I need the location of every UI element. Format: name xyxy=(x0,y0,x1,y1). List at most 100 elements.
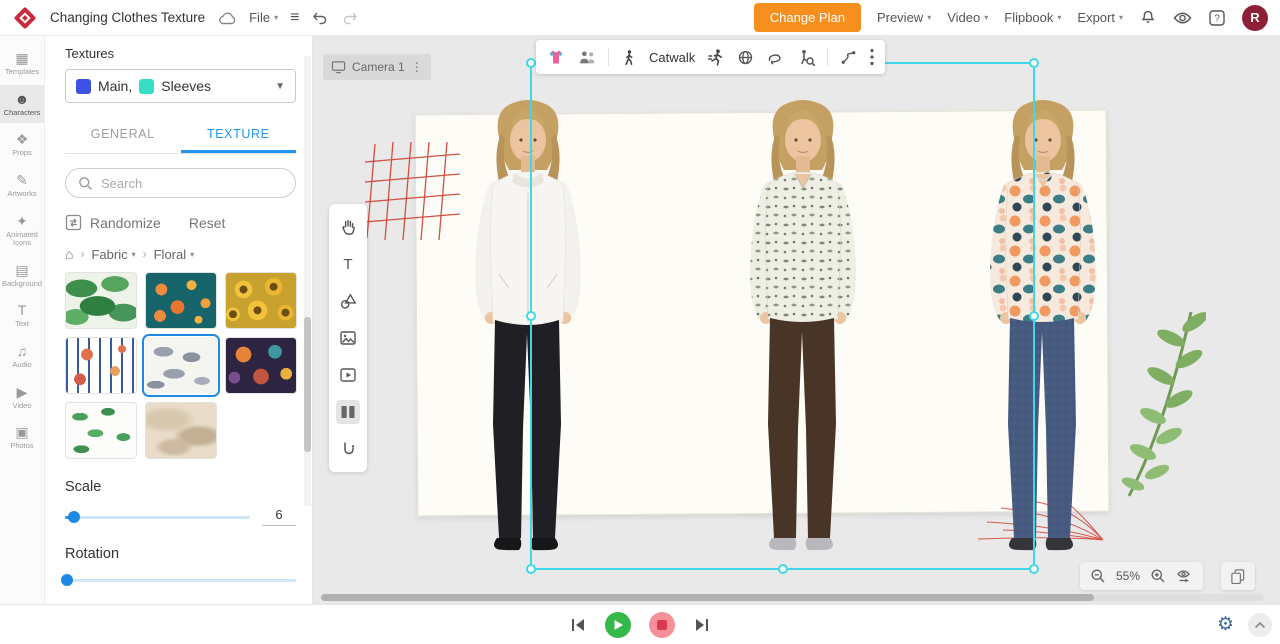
camera-chip[interactable]: Camera 1 ⋮ xyxy=(323,54,431,80)
randomize-button[interactable]: Randomize xyxy=(90,215,161,231)
rotate-globe-icon[interactable] xyxy=(736,48,755,67)
skip-to-end-icon[interactable] xyxy=(693,617,711,633)
camera-label: Camera 1 xyxy=(352,60,405,74)
animated-icons-icon: ✦ xyxy=(1,213,43,229)
project-title[interactable]: Changing Clothes Texture xyxy=(50,10,205,25)
route-icon[interactable] xyxy=(839,48,858,67)
visibility-settings-icon[interactable] xyxy=(1176,568,1193,584)
rotation-label: Rotation xyxy=(65,546,296,562)
sidebar-item-characters[interactable]: ☻Characters xyxy=(0,85,44,124)
collapse-chevron-icon[interactable] xyxy=(1248,613,1272,637)
menu-icon[interactable]: ≡ xyxy=(290,9,299,27)
rotation-slider[interactable] xyxy=(65,574,296,586)
reset-button[interactable]: Reset xyxy=(189,215,226,231)
texture-gray-leaves[interactable] xyxy=(145,337,217,394)
zoom-level[interactable]: 55% xyxy=(1116,569,1140,583)
more-options-icon[interactable]: ⋮ xyxy=(411,60,423,74)
breadcrumb-fabric[interactable]: Fabric▾ xyxy=(91,247,135,262)
skip-to-start-icon[interactable] xyxy=(569,617,587,633)
sidebar-item-props[interactable]: ❖Props xyxy=(0,125,44,164)
app-logo[interactable] xyxy=(12,5,38,31)
walk-icon[interactable] xyxy=(620,48,638,67)
rotation-slider-thumb[interactable] xyxy=(61,574,73,586)
texture-monstera-leaves[interactable] xyxy=(65,272,137,329)
sidebar-item-audio[interactable]: ♫Audio xyxy=(0,337,44,376)
notifications-bell-icon[interactable] xyxy=(1139,9,1157,27)
selection-handle[interactable] xyxy=(1029,564,1039,574)
pan-tool-icon[interactable] xyxy=(336,214,361,239)
texture-bold-flowers[interactable] xyxy=(225,337,297,394)
character-1[interactable] xyxy=(433,94,623,574)
chevron-down-icon: ▾ xyxy=(984,13,988,22)
selection-handle[interactable] xyxy=(526,564,536,574)
image-tool-icon[interactable] xyxy=(336,326,360,350)
texture-marble[interactable] xyxy=(145,402,217,459)
panel-scrollbar[interactable] xyxy=(304,56,311,506)
avatar[interactable]: R xyxy=(1242,5,1268,31)
scale-slider[interactable] xyxy=(65,511,250,523)
shapes-tool-icon[interactable] xyxy=(336,289,361,313)
character-3[interactable] xyxy=(948,94,1138,574)
texture-striped-floral[interactable] xyxy=(65,337,137,394)
outfit-icon[interactable] xyxy=(546,47,566,67)
texture-grid xyxy=(65,272,296,459)
tab-general[interactable]: GENERAL xyxy=(65,117,181,153)
character-2[interactable] xyxy=(708,94,898,574)
selection-handle[interactable] xyxy=(526,58,536,68)
selection-handle[interactable] xyxy=(778,564,788,574)
home-icon[interactable]: ⌂ xyxy=(65,246,73,262)
sidebar-item-photos[interactable]: ▣Photos xyxy=(0,418,44,457)
file-menu[interactable]: File▾ xyxy=(249,10,278,25)
scrollbar-thumb[interactable] xyxy=(304,317,311,452)
undo-icon[interactable] xyxy=(311,9,329,27)
redo-icon[interactable] xyxy=(341,9,359,27)
selection-handle[interactable] xyxy=(1029,311,1039,321)
sidebar-item-background[interactable]: ▤Background xyxy=(0,256,44,295)
video-tool-icon[interactable] xyxy=(336,363,360,387)
zoom-out-icon[interactable] xyxy=(1090,568,1106,584)
chevron-down-icon: ▾ xyxy=(1119,13,1123,22)
sidebar-item-templates[interactable]: ▦Templates xyxy=(0,44,44,83)
preview-menu[interactable]: Preview▾ xyxy=(877,10,931,25)
swap-character-icon[interactable] xyxy=(577,48,597,66)
search-input[interactable] xyxy=(101,176,283,191)
stop-button[interactable] xyxy=(649,612,675,638)
camera-monitor-icon xyxy=(331,60,346,74)
change-plan-button[interactable]: Change Plan xyxy=(754,3,861,32)
run-icon[interactable] xyxy=(706,48,725,67)
split-view-icon[interactable] xyxy=(336,400,360,424)
sidebar-item-artworks[interactable]: ✎Artworks xyxy=(0,166,44,205)
selection-handle[interactable] xyxy=(526,311,536,321)
text-tool-icon[interactable]: T xyxy=(336,252,360,276)
canvas-area[interactable]: Camera 1 ⋮ Catwalk xyxy=(313,36,1280,604)
hook-tool-icon[interactable] xyxy=(336,437,360,462)
sidebar-item-animated-icons[interactable]: ✦Animated Icons xyxy=(0,207,44,254)
catwalk-action[interactable]: Catwalk xyxy=(649,50,695,65)
texture-sunflowers[interactable] xyxy=(225,272,297,329)
sidebar-item-video[interactable]: ▶Video xyxy=(0,378,44,417)
video-menu[interactable]: Video▾ xyxy=(947,10,988,25)
selection-handle[interactable] xyxy=(1029,58,1039,68)
settings-gear-icon[interactable]: ⚙ xyxy=(1217,613,1234,636)
flipbook-menu[interactable]: Flipbook▾ xyxy=(1004,10,1061,25)
texture-scattered-leaves[interactable] xyxy=(65,402,137,459)
more-options-icon[interactable] xyxy=(869,48,875,66)
lasso-icon[interactable] xyxy=(766,48,785,67)
canvas-tools: T xyxy=(329,204,367,472)
breadcrumb-floral[interactable]: Floral▾ xyxy=(154,247,195,262)
texture-orange-floral[interactable] xyxy=(145,272,217,329)
duplicate-canvas-button[interactable] xyxy=(1221,562,1255,590)
tab-texture[interactable]: TEXTURE xyxy=(181,117,297,153)
export-menu[interactable]: Export▾ xyxy=(1077,10,1123,25)
preview-eye-icon[interactable] xyxy=(1173,11,1192,25)
scale-value[interactable]: 6 xyxy=(262,507,296,526)
scrollbar-thumb[interactable] xyxy=(321,594,1094,601)
play-button[interactable] xyxy=(605,612,631,638)
zoom-in-icon[interactable] xyxy=(1150,568,1166,584)
help-icon[interactable]: ? xyxy=(1208,9,1226,27)
sidebar-item-text[interactable]: TText xyxy=(0,296,44,335)
pose-search-icon[interactable] xyxy=(796,48,816,67)
canvas-horizontal-scrollbar[interactable] xyxy=(321,594,1264,601)
layer-selector[interactable]: Main, Sleeves ▼ xyxy=(65,69,296,103)
scale-slider-thumb[interactable] xyxy=(68,511,80,523)
